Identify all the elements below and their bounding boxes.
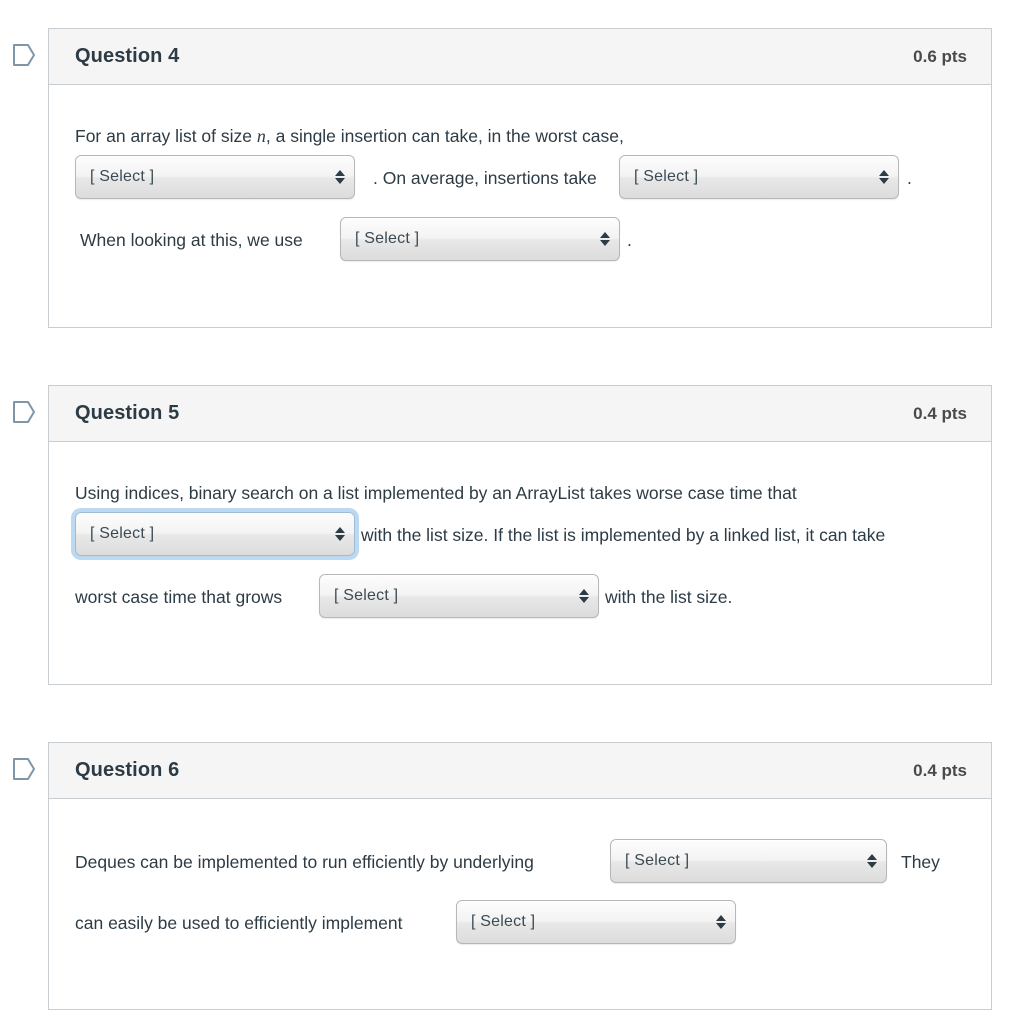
q5-select-1[interactable]: [ Select ] [75,512,355,556]
q4-select-3[interactable]: [ Select ] [340,217,620,261]
q4-line2-part-b: . [907,168,912,188]
q4-select-2-label: [ Select ] [634,168,699,186]
question-title-5: Question 5 [75,402,180,424]
question-points-6: 0.4 pts [913,760,967,780]
flag-question-5-icon[interactable] [12,399,36,425]
quiz-question-list: Question 4 0.6 pts For an array list of … [0,0,1014,1024]
flag-question-4-icon[interactable] [12,42,36,68]
q5-select-2[interactable]: [ Select ] [319,574,599,618]
q4-line1-part-a: For an array list of size [75,126,257,146]
q5-line-2-text: with the list size. If the list is imple… [361,525,886,545]
q5-line-3-tail: with the list size. [605,587,733,607]
q5-select-2-label: [ Select ] [334,587,399,605]
q6-select-2[interactable]: [ Select ] [456,900,736,944]
question-title-6: Question 6 [75,759,180,781]
q6-line-1-text: Deques can be implemented to run efficie… [75,852,534,872]
q4-select-1-label: [ Select ] [90,168,155,186]
question-points-5: 0.4 pts [913,403,967,423]
q4-line3-part-b: . [627,230,632,250]
question-header-6: Question 6 0.4 pts [49,743,991,799]
q6-line-2-text: can easily be used to efficiently implem… [75,913,403,933]
flag-question-6-icon[interactable] [12,756,36,782]
question-title-4: Question 4 [75,45,180,67]
q4-line-2-text: . On average, insertions take [373,168,597,188]
question-body-4: For an array list of size n, a single in… [49,85,991,261]
q4-line1-variable-n: n [256,126,266,146]
q6-line-1-tail: They [901,852,940,872]
q6-select-2-label: [ Select ] [471,913,536,931]
question-card-5: Question 5 0.4 pts Using indices, binary… [48,385,992,685]
question-card-4: Question 4 0.6 pts For an array list of … [48,28,992,328]
q6-line1-part-b: They [901,852,940,872]
q4-line-1: For an array list of size n, a single in… [75,126,624,147]
q4-line-3-period: . [627,230,632,250]
chevron-updown-icon [334,525,346,543]
q5-select-1-label: [ Select ] [90,525,155,543]
q4-line-2-period: . [907,168,912,188]
question-body-5: Using indices, binary search on a list i… [49,442,991,618]
chevron-updown-icon [866,852,878,870]
q6-select-1-label: [ Select ] [625,852,690,870]
question-points-4: 0.6 pts [913,46,967,66]
q5-line-1: Using indices, binary search on a list i… [75,483,797,503]
question-header-5: Question 5 0.4 pts [49,386,991,442]
q6-line1-part-a: Deques can be implemented to run efficie… [75,852,534,872]
q4-line2-part-a: . On average, insertions take [373,168,597,188]
q4-select-3-label: [ Select ] [355,230,420,248]
q5-line1-text: Using indices, binary search on a list i… [75,483,797,503]
q5-line2-part-b: with the list size. If the list is imple… [361,525,886,545]
q6-line2-part-a: can easily be used to efficiently implem… [75,913,403,933]
chevron-updown-icon [878,168,890,186]
chevron-updown-icon [599,230,611,248]
q4-line-3-text: When looking at this, we use [80,230,303,250]
chevron-updown-icon [334,168,346,186]
question-header-4: Question 4 0.6 pts [49,29,991,85]
question-body-6: Deques can be implemented to run efficie… [49,799,991,944]
question-card-6: Question 6 0.4 pts Deques can be impleme… [48,742,992,1010]
q4-line3-part-a: When looking at this, we use [80,230,303,250]
q4-select-2[interactable]: [ Select ] [619,155,899,199]
q5-line3-part-a: worst case time that grows [75,587,283,607]
q5-line-3-text: worst case time that grows [75,587,283,607]
q6-select-1[interactable]: [ Select ] [610,839,887,883]
chevron-updown-icon [715,913,727,931]
q4-select-1[interactable]: [ Select ] [75,155,355,199]
q5-line3-part-b: with the list size. [605,587,733,607]
chevron-updown-icon [578,587,590,605]
q4-line1-part-b: , a single insertion can take, in the wo… [265,126,624,146]
